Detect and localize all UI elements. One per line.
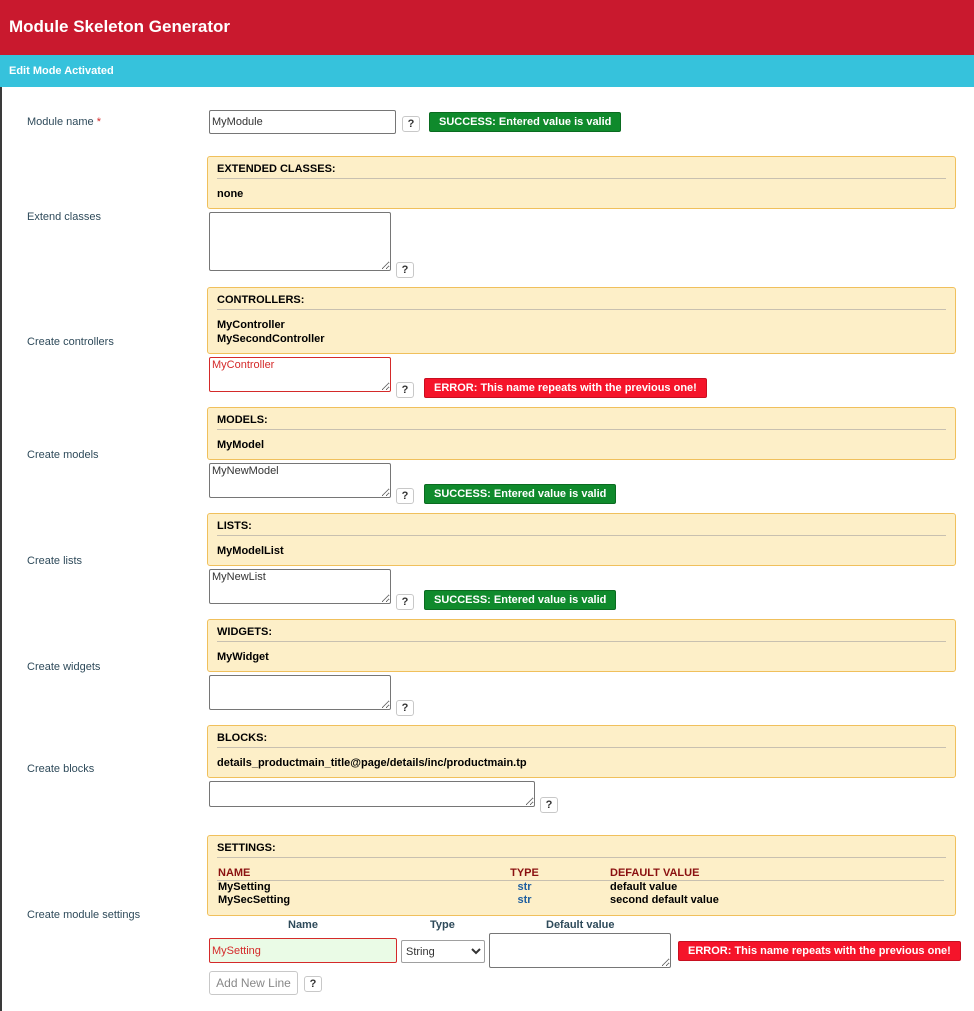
widget-item: MyWidget [217,651,269,663]
table-row: MySecSetting str second default value [217,894,944,907]
controllers-box: CONTROLLERS: MyController MySecondContro… [207,287,956,354]
column-header-name: NAME [217,867,439,881]
models-help-icon[interactable]: ? [396,488,414,504]
module-name-label-text: Module name [27,116,94,128]
widgets-help-icon[interactable]: ? [396,700,414,716]
divider [217,857,946,858]
setting-name: MySecSetting [218,894,291,906]
extend-classes-help-icon[interactable]: ? [396,262,414,278]
controller-item: MySecondController [217,333,325,345]
column-header-type: TYPE [439,867,609,881]
block-item: details_productmain_title@page/details/i… [217,757,527,769]
list-item: MyModelList [217,545,284,557]
table-row: MySetting str default value [217,881,944,895]
blocks-textarea[interactable] [209,781,535,807]
setting-type: str [517,881,532,893]
controller-item: MyController [217,319,285,331]
widgets-box: WIDGETS: MyWidget [207,619,956,672]
settings-type-column-label: Type [430,919,455,931]
lists-box: LISTS: MyModelList [207,513,956,566]
edit-mode-banner: Edit Mode Activated [0,55,974,87]
extend-classes-textarea[interactable] [209,212,391,271]
setting-name: MySetting [218,881,271,893]
required-mark: * [96,116,101,128]
module-name-status-badge: SUCCESS: Entered value is valid [429,112,622,132]
create-module-settings-label: Create module settings [27,909,141,921]
extended-classes-box: EXTENDED CLASSES: none [207,156,956,209]
lists-textarea[interactable]: MyNewList [209,569,391,604]
setting-default: default value [610,881,678,893]
lists-status-badge: SUCCESS: Entered value is valid [424,590,617,610]
blocks-box: BLOCKS: details_productmain_title@page/d… [207,725,956,778]
setting-type-select[interactable]: String [401,940,485,963]
create-blocks-label: Create blocks [27,763,95,775]
settings-help-icon[interactable]: ? [304,976,322,992]
models-status-badge: SUCCESS: Entered value is valid [424,484,617,504]
controllers-status-badge: ERROR: This name repeats with the previo… [424,378,707,398]
module-name-input[interactable] [209,110,396,134]
create-lists-label: Create lists [27,555,83,567]
controllers-textarea[interactable]: MyController [209,357,391,392]
add-new-line-button[interactable]: Add New Line [209,971,298,995]
create-controllers-label: Create controllers [27,336,114,348]
setting-name-input[interactable] [209,938,397,963]
blocks-help-icon[interactable]: ? [540,797,558,813]
settings-table-header: NAME TYPE DEFAULT VALUE [217,867,944,881]
left-border [0,87,2,1011]
setting-default-textarea[interactable] [489,933,671,968]
module-name-help-icon[interactable]: ? [402,116,420,132]
controllers-help-icon[interactable]: ? [396,382,414,398]
setting-type: str [517,894,532,906]
setting-default: second default value [610,894,719,906]
widgets-textarea[interactable] [209,675,391,710]
extended-class-item: none [217,188,244,200]
extended-classes-title: EXTENDED CLASSES: [217,163,336,175]
extend-classes-label: Extend classes [27,211,101,223]
edit-mode-text: Edit Mode Activated [9,65,114,77]
models-title: MODELS: [217,414,268,426]
create-models-label: Create models [27,449,99,461]
lists-title: LISTS: [217,520,252,532]
settings-title: SETTINGS: [217,842,276,854]
settings-box: SETTINGS: NAME TYPE DEFAULT VALUE MySett… [207,835,956,916]
settings-default-column-label: Default value [546,919,615,931]
settings-status-badge: ERROR: This name repeats with the previo… [678,941,961,961]
blocks-title: BLOCKS: [217,732,268,744]
create-widgets-label: Create widgets [27,661,101,673]
settings-name-column-label: Name [288,919,318,931]
controllers-title: CONTROLLERS: [217,294,305,306]
widgets-title: WIDGETS: [217,626,272,638]
settings-table: NAME TYPE DEFAULT VALUE MySetting str de… [217,867,944,907]
models-box: MODELS: MyModel [207,407,956,460]
models-textarea[interactable]: MyNewModel [209,463,391,498]
page-title: Module Skeleton Generator [9,17,231,36]
model-item: MyModel [217,439,265,451]
column-header-default: DEFAULT VALUE [609,867,944,881]
app-header: Module Skeleton Generator [0,0,974,55]
module-name-label: Module name * [27,116,101,128]
lists-help-icon[interactable]: ? [396,594,414,610]
